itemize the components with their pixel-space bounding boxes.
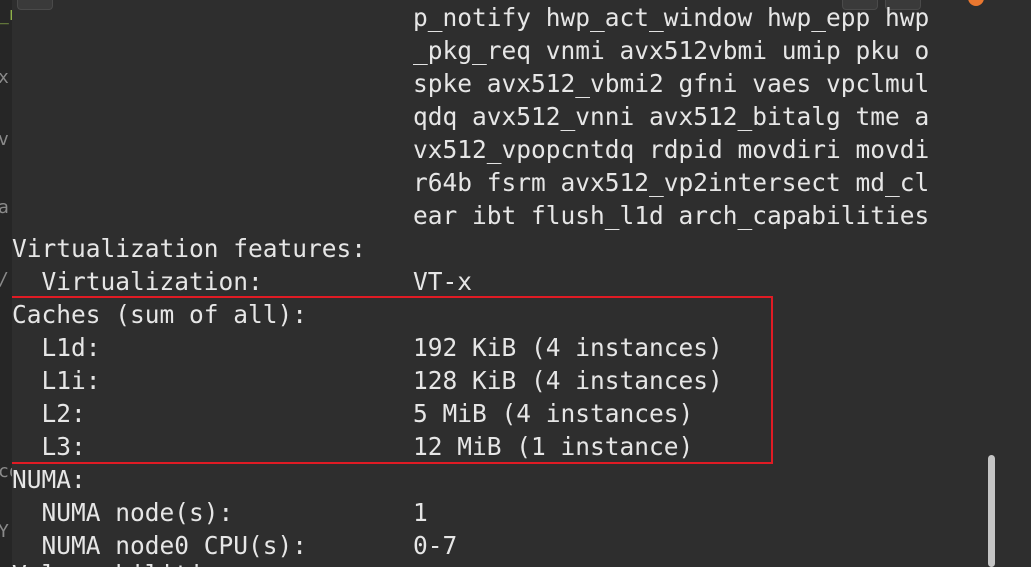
scrollbar-thumb[interactable] xyxy=(988,455,995,567)
background-text-fragment: co xyxy=(0,461,12,482)
flags-line: ear ibt flush_l1d arch_capabilities xyxy=(413,201,930,230)
background-text-fragment: v xyxy=(0,129,9,150)
background-text-fragment: x xyxy=(0,67,9,88)
section-heading-numa: NUMA: xyxy=(12,465,86,494)
virtualization-row: Virtualization: VT-x xyxy=(12,267,473,296)
flags-line: qdq avx512_vnni avx512_bitalg tme a xyxy=(413,102,930,131)
background-text-fragment: / xyxy=(0,270,9,290)
flags-line: p_notify hwp_act_window hwp_epp hwp xyxy=(413,3,930,32)
numa-row-nodes: NUMA node(s): 1 xyxy=(12,498,428,527)
flags-line: vx512_vpopcntdq rdpid movdiri movdi xyxy=(413,135,930,164)
caches-highlight-box xyxy=(12,296,773,464)
background-text-fragment: _n xyxy=(0,5,12,25)
flags-line: _pkg_req vnmi avx512vbmi umip pku o xyxy=(413,36,930,65)
section-heading-virtualization: Virtualization features: xyxy=(12,234,367,263)
background-text-fragment: a xyxy=(0,197,9,218)
cut-off-line: Vulnerabilities: xyxy=(12,558,992,567)
background-text-fragment: Y xyxy=(0,521,9,542)
background-app-window: _n x v a / co Y xyxy=(0,0,12,567)
terminal-window[interactable]: p_notify hwp_act_window hwp_epp hwp _pkg… xyxy=(12,0,1031,567)
flags-line: spke avx512_vbmi2 gfni vaes vpclmul xyxy=(413,69,930,98)
flags-line: r64b fsrm avx512_vp2intersect md_cl xyxy=(413,168,930,197)
